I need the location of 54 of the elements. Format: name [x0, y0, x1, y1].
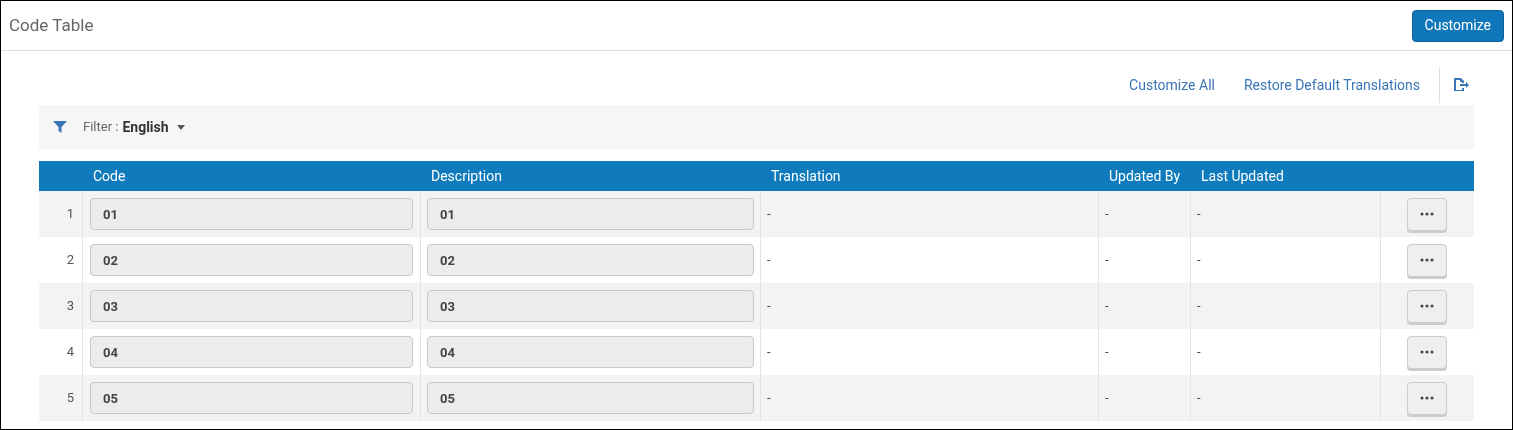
table-cell-text: - [767, 251, 771, 270]
table-cell-text: - [1105, 297, 1109, 316]
table-cell-text: - [767, 205, 771, 224]
column-header: Description [430, 166, 503, 186]
more-button[interactable] [1407, 335, 1447, 369]
description-field[interactable]: 05 [427, 382, 754, 414]
column-header: Code [92, 166, 127, 186]
page-title: Code Table [9, 13, 94, 37]
table-cell-text: - [1105, 251, 1109, 270]
row-number: 5 [66, 389, 74, 408]
more-button[interactable] [1407, 381, 1447, 415]
table-cell-text: - [1105, 205, 1109, 224]
description-field[interactable]: 01 [427, 198, 754, 230]
code-field[interactable]: 05 [90, 382, 413, 414]
description-field[interactable]: 02 [427, 244, 754, 276]
code-field[interactable]: 03 [90, 290, 413, 322]
ellipsis-icon [1420, 304, 1434, 308]
filter-icon [53, 121, 67, 133]
description-field[interactable]: 04 [427, 336, 754, 368]
table-cell-text: - [767, 343, 771, 362]
row-number: 3 [66, 297, 74, 316]
ellipsis-icon [1420, 212, 1434, 216]
ellipsis-icon [1420, 396, 1434, 400]
caret-icon [176, 124, 185, 130]
table-cell-text: - [1105, 343, 1109, 362]
more-button[interactable] [1407, 243, 1447, 277]
customize-button[interactable]: Customize [1411, 9, 1504, 42]
more-button[interactable] [1407, 197, 1447, 231]
description-field[interactable]: 03 [427, 290, 754, 322]
table-cell-text: - [1105, 389, 1109, 408]
table-cell-text: - [1197, 389, 1201, 408]
language-dropdown[interactable]: English [122, 116, 185, 138]
ellipsis-icon [1420, 350, 1434, 354]
column-header: Last Updated [1200, 166, 1285, 186]
filter-label: Filter : [83, 118, 119, 137]
table-cell-text: - [1197, 297, 1201, 316]
action-link[interactable]: Customize All [1129, 74, 1215, 96]
row-number: 2 [66, 251, 74, 270]
column-header: Updated By [1108, 166, 1182, 186]
table-cell-text: - [1197, 251, 1201, 270]
row-number: 4 [66, 343, 74, 362]
table-cell-text: - [1197, 343, 1201, 362]
ellipsis-icon [1420, 258, 1434, 262]
export-icon[interactable] [1452, 77, 1470, 93]
column-header: Translation [770, 166, 842, 186]
row-number: 1 [66, 205, 74, 224]
code-field[interactable]: 02 [90, 244, 413, 276]
table-cell-text: - [767, 389, 771, 408]
table-cell-text: - [767, 297, 771, 316]
table-cell-text: - [1197, 205, 1201, 224]
code-field[interactable]: 01 [90, 198, 413, 230]
code-field[interactable]: 04 [90, 336, 413, 368]
action-link[interactable]: Restore Default Translations [1243, 74, 1420, 96]
more-button[interactable] [1407, 289, 1447, 323]
